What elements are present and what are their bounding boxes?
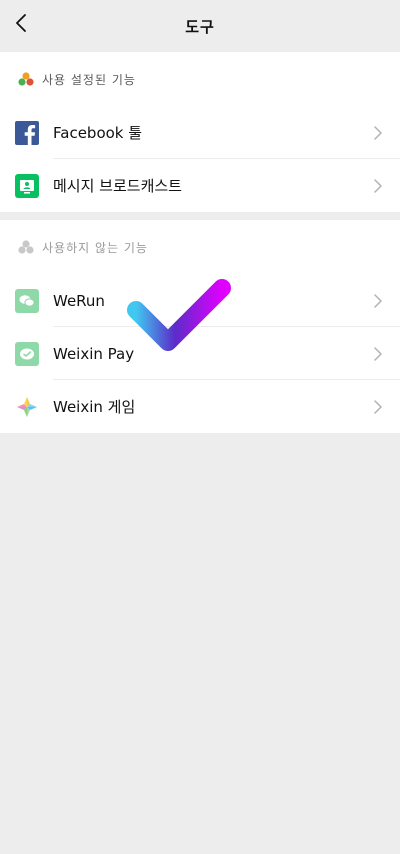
page-title: 도구 bbox=[185, 17, 215, 36]
section-label-enabled: 사용 설정된 기능 bbox=[42, 72, 136, 87]
list-item-label: Weixin 게임 bbox=[53, 398, 136, 416]
list-item-message-broadcast[interactable]: 메시지 브로드캐스트 bbox=[0, 159, 400, 212]
list-item-label: WeRun bbox=[53, 291, 105, 310]
list-item-label: Weixin Pay bbox=[53, 344, 135, 363]
chevron-right-icon bbox=[372, 399, 384, 415]
chevron-left-icon bbox=[16, 14, 26, 32]
top-bar: 도구 bbox=[0, 0, 400, 52]
back-button[interactable] bbox=[8, 8, 34, 38]
chevron-right-icon bbox=[372, 293, 384, 309]
list-item-facebook-tools[interactable]: Facebook 툴 bbox=[0, 106, 400, 159]
weixin-game-icon bbox=[15, 395, 39, 419]
enabled-features-section: 사용 설정된 기능 Facebook 툴 메시지 브로드캐스트 bbox=[0, 52, 400, 212]
list-item-label: Facebook 툴 bbox=[53, 124, 143, 142]
chevron-right-icon bbox=[372, 346, 384, 362]
disabled-features-section: 사용하지 않는 기능 WeRun Weixin Pay Weixin 게임 bbox=[0, 220, 400, 433]
section-header-enabled: 사용 설정된 기능 bbox=[0, 52, 400, 106]
section-label-disabled: 사용하지 않는 기능 bbox=[42, 240, 148, 255]
features-gray-icon bbox=[18, 240, 34, 254]
list-item-werun[interactable]: WeRun bbox=[0, 274, 400, 327]
message-broadcast-icon bbox=[15, 173, 39, 198]
list-item-weixin-game[interactable]: Weixin 게임 bbox=[0, 380, 400, 433]
facebook-icon bbox=[15, 120, 39, 145]
chevron-right-icon bbox=[372, 125, 384, 141]
list-item-weixin-pay[interactable]: Weixin Pay bbox=[0, 327, 400, 380]
features-colored-icon bbox=[18, 72, 34, 86]
list-item-label: 메시지 브로드캐스트 bbox=[53, 177, 182, 195]
chevron-right-icon bbox=[372, 178, 384, 194]
werun-icon bbox=[15, 288, 39, 313]
weixin-pay-icon bbox=[15, 341, 39, 366]
section-header-disabled: 사용하지 않는 기능 bbox=[0, 220, 400, 274]
section-gap bbox=[0, 212, 400, 220]
